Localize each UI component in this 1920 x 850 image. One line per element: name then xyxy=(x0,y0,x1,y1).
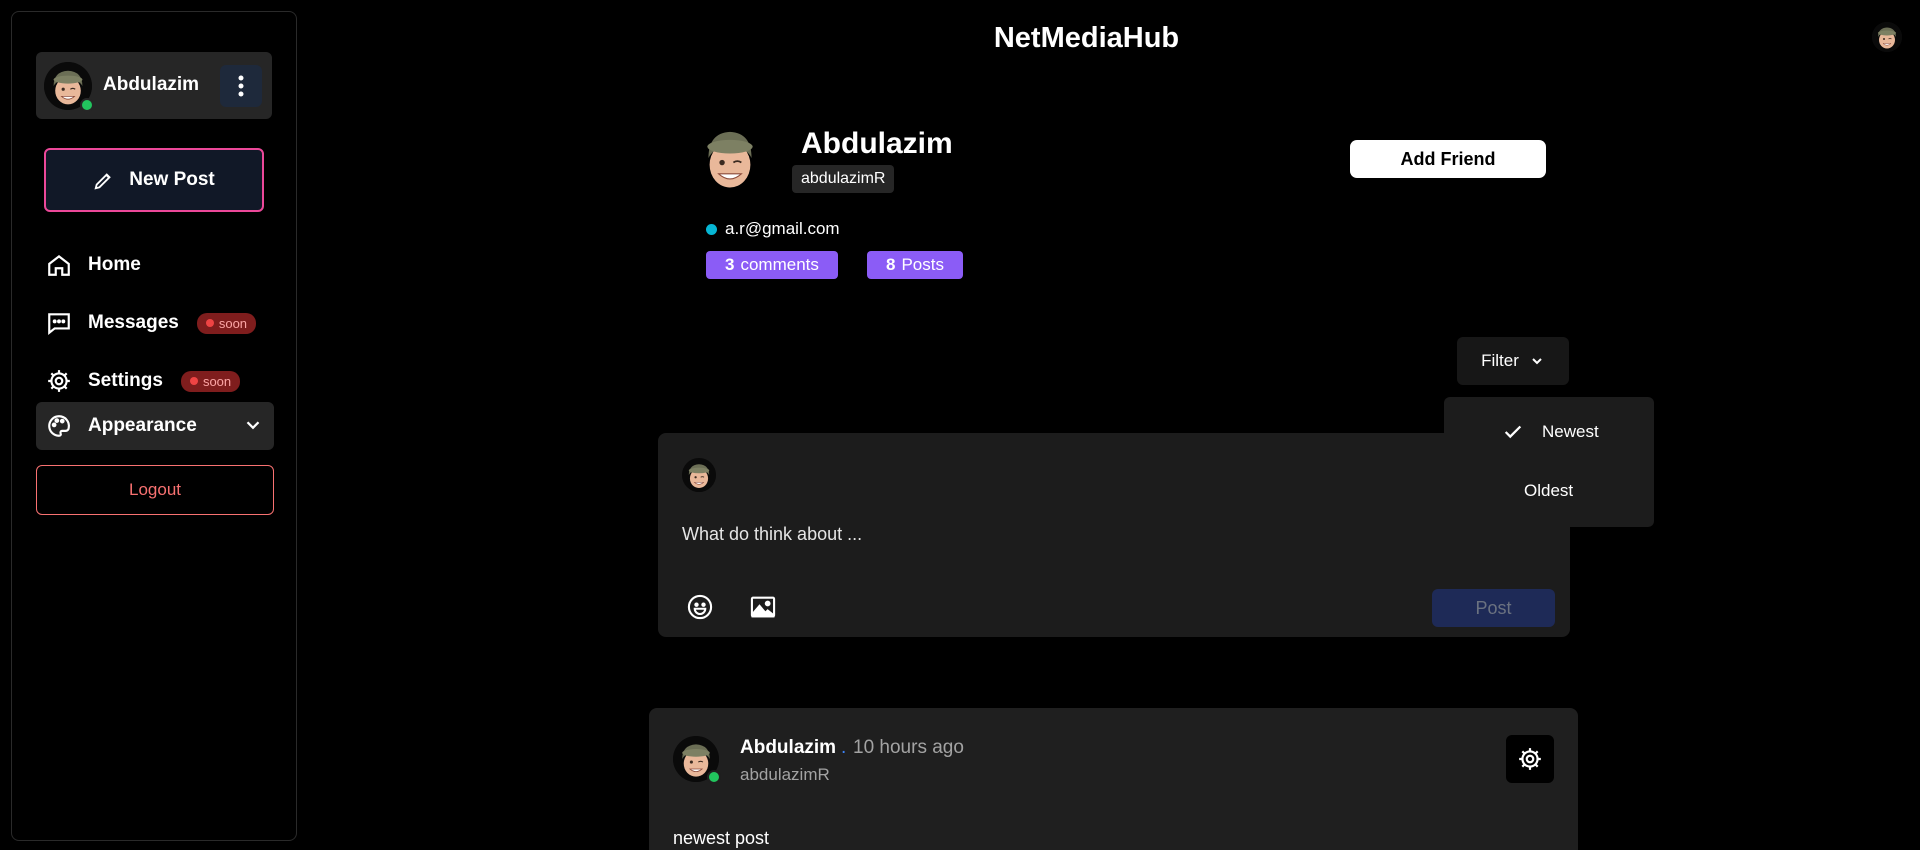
posts-count-badge[interactable]: 8 Posts xyxy=(867,251,963,279)
profile-email: a.r@gmail.com xyxy=(706,219,840,239)
logout-button[interactable]: Logout xyxy=(36,465,274,515)
avatar-image xyxy=(1872,22,1902,52)
chevron-down-icon xyxy=(1532,358,1542,365)
sidebar-item-label: Messages xyxy=(88,312,179,333)
appearance-label: Appearance xyxy=(88,415,197,436)
home-icon xyxy=(48,254,70,276)
sidebar-user-name: Abdulazim xyxy=(103,74,200,95)
soon-badge: soon xyxy=(180,370,241,392)
chevron-down-icon xyxy=(246,421,260,430)
sidebar-user-card: Abdulazim xyxy=(36,52,272,119)
profile-handle: abdulazimR xyxy=(792,165,895,193)
post-card: Abdulazim . 10 hours ago abdulazimR newe… xyxy=(649,708,1578,850)
palette-icon xyxy=(48,415,70,437)
post-input[interactable]: What do think about ... xyxy=(682,524,862,545)
new-post-label: New Post xyxy=(129,169,215,190)
post-author[interactable]: Abdulazim xyxy=(740,737,836,759)
post-button[interactable]: Post xyxy=(1432,589,1555,627)
app-title: NetMediaHub xyxy=(993,22,1180,54)
sidebar-item-messages[interactable]: Messages soon xyxy=(46,303,257,343)
avatar-image xyxy=(707,131,753,188)
profile-avatar xyxy=(696,118,764,198)
pencil-icon xyxy=(94,173,112,190)
soon-badge: soon xyxy=(196,312,257,334)
emoji-icon[interactable] xyxy=(686,593,714,621)
avatar-image xyxy=(682,458,716,492)
email-status-dot xyxy=(706,223,717,235)
profile-name: Abdulazim xyxy=(801,127,953,160)
new-post-button[interactable]: New Post xyxy=(44,148,264,212)
more-options-button[interactable] xyxy=(220,65,262,107)
filter-button[interactable]: Filter xyxy=(1457,337,1569,385)
filter-option-newest[interactable]: Newest xyxy=(1502,421,1599,443)
add-friend-button[interactable]: Add Friend xyxy=(1350,140,1546,178)
avatar xyxy=(682,458,716,492)
filter-dropdown: Newest Oldest xyxy=(1444,397,1654,527)
comments-count-badge[interactable]: 3 comments xyxy=(706,251,838,279)
post-body: newest post xyxy=(673,828,770,848)
filter-option-oldest[interactable]: Oldest xyxy=(1524,481,1573,501)
post-composer: What do think about ... Post xyxy=(658,433,1570,637)
sidebar-item-label: Home xyxy=(88,254,141,275)
sidebar-item-home[interactable]: Home xyxy=(46,245,141,285)
gear-icon xyxy=(48,370,70,392)
check-icon xyxy=(1504,425,1522,439)
image-icon[interactable] xyxy=(749,593,777,621)
email-text: a.r@gmail.com xyxy=(725,219,840,238)
filter-label: Filter xyxy=(1481,351,1519,370)
post-time: 10 hours ago xyxy=(853,737,964,758)
message-icon xyxy=(48,313,70,336)
header-avatar[interactable] xyxy=(1872,22,1902,52)
avatar[interactable] xyxy=(44,62,94,112)
gear-icon xyxy=(1519,748,1541,770)
post-settings-button[interactable] xyxy=(1506,735,1554,783)
post-handle: abdulazimR xyxy=(740,765,830,784)
avatar[interactable] xyxy=(673,736,721,784)
appearance-toggle[interactable]: Appearance xyxy=(36,402,274,450)
online-status-dot xyxy=(707,770,721,784)
kebab-icon xyxy=(238,75,244,97)
post-separator: . xyxy=(841,737,847,758)
online-status-dot xyxy=(80,98,94,112)
sidebar-item-settings[interactable]: Settings soon xyxy=(46,361,241,401)
sidebar: Abdulazim New Post Home Messages soon Se… xyxy=(11,11,297,841)
sidebar-item-label: Settings xyxy=(88,370,163,391)
